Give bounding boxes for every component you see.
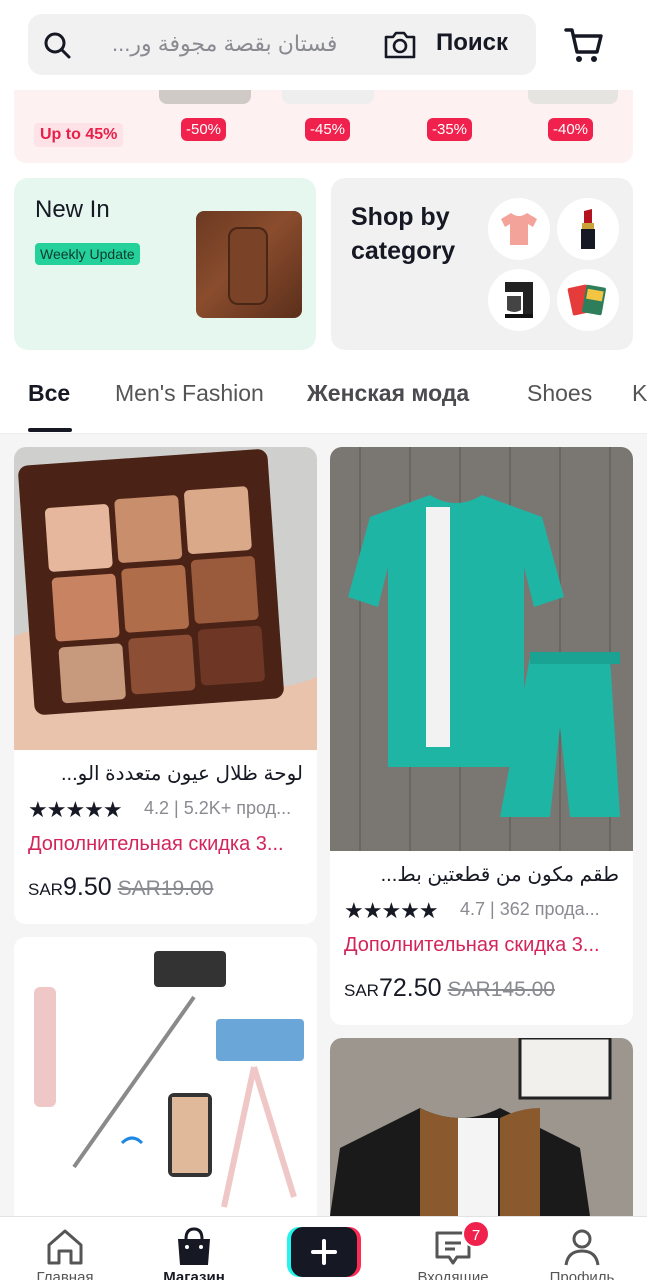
price-value: 9.50 xyxy=(62,873,112,901)
old-price: SAR19.00 xyxy=(117,877,214,900)
nav-profile-label: Профиль xyxy=(549,1269,615,1280)
promo-text: Дополнительная скидка 3... xyxy=(344,934,600,956)
coffee-maker-icon xyxy=(505,282,533,318)
tab-mens-fashion[interactable]: Men's Fashion xyxy=(115,380,264,407)
product-image-teal-set xyxy=(330,447,633,851)
product-image-selfie-stick xyxy=(14,937,317,1216)
sold-count: 362 прода... xyxy=(499,899,600,919)
product-name: لوحة ظلال عيون متعددة الو... xyxy=(60,763,303,785)
shopping-bag-icon xyxy=(178,1227,210,1265)
category-circle[interactable] xyxy=(488,198,550,260)
tab-more[interactable]: K xyxy=(632,380,647,407)
nav-inbox-label: Входящие xyxy=(417,1269,489,1280)
cards-icon xyxy=(567,284,606,316)
tab-womens-fashion[interactable]: Женская мода xyxy=(307,380,469,407)
sold-count: 5.2K+ прод... xyxy=(183,798,292,818)
rating-value: 4.7 | 362 прода... xyxy=(460,899,600,919)
currency: SAR xyxy=(344,981,379,1000)
product-name: طقم مكون من قطعتين بط... xyxy=(380,864,619,886)
old-price: SAR145.00 xyxy=(447,978,555,1001)
currency: SAR xyxy=(28,880,63,899)
new-in-image xyxy=(196,211,302,318)
rating-stars: ★★★★★ xyxy=(344,898,439,923)
shop-by-category-card[interactable]: Shop by category xyxy=(331,178,633,350)
active-tab-indicator xyxy=(28,428,72,432)
create-button[interactable] xyxy=(287,1227,361,1277)
discount-badge: -45% xyxy=(305,118,351,141)
search-icon xyxy=(44,32,71,59)
product-card[interactable]: طقم مكون من قطعتين بط... ★★★★★ 4.7 | 362… xyxy=(330,447,633,1025)
weekly-update-badge: Weekly Update xyxy=(35,243,140,265)
nav-shop-label: Магазин xyxy=(163,1269,225,1280)
category-tabs: Все Men's Fashion Женская мода Shoes K xyxy=(0,362,647,434)
product-card[interactable] xyxy=(14,937,317,1216)
new-in-title: New In xyxy=(35,196,110,223)
tab-all[interactable]: Все xyxy=(28,380,70,407)
product-image-eyeshadow xyxy=(14,447,317,750)
nav-home-label: Главная xyxy=(36,1269,94,1280)
discount-badge: -35% xyxy=(427,118,473,141)
search-input[interactable]: فستان بقصة مجوفة ور... xyxy=(112,31,378,57)
top-bar: فستان بقصة مجوفة ور... Поиск xyxy=(0,0,647,90)
tab-shoes[interactable]: Shoes xyxy=(527,380,592,407)
price-value: 72.50 xyxy=(378,974,442,1002)
price: SAR72.50 SAR145.00 xyxy=(344,974,555,1003)
search-bar[interactable]: فستان بقصة مجوفة ور... Поиск xyxy=(28,14,536,75)
category-circle[interactable] xyxy=(557,198,619,260)
lipstick-icon xyxy=(581,209,595,249)
shop-by-category-title: Shop by category xyxy=(351,203,456,265)
inbox-notification-badge: 7 xyxy=(462,1220,490,1248)
product-thumb xyxy=(159,90,251,104)
product-image-shirt xyxy=(330,1038,633,1216)
promo-text: Дополнительная скидка 3... xyxy=(28,833,284,855)
product-thumb xyxy=(528,90,618,104)
discount-badge: -50% xyxy=(181,118,227,141)
category-circle[interactable] xyxy=(557,269,619,331)
product-card[interactable]: لوحة ظلال عيون متعددة الو... ★★★★★ 4.2 |… xyxy=(14,447,317,924)
search-button[interactable]: Поиск xyxy=(436,29,508,57)
tshirt-icon xyxy=(501,213,537,245)
price: SAR9.50 SAR19.00 xyxy=(28,873,213,902)
product-card[interactable] xyxy=(330,1038,633,1216)
cart-icon[interactable] xyxy=(563,24,605,66)
category-circle[interactable] xyxy=(488,269,550,331)
new-in-card[interactable]: New In Weekly Update xyxy=(14,178,316,350)
product-thumb xyxy=(406,90,446,104)
camera-icon[interactable] xyxy=(382,29,418,61)
rating-stars: ★★★★★ xyxy=(28,797,123,822)
home-icon xyxy=(47,1229,83,1265)
profile-icon xyxy=(564,1229,600,1266)
discount-badge: -40% xyxy=(548,118,594,141)
rating-value: 4.2 | 5.2K+ прод... xyxy=(144,798,292,818)
product-thumb xyxy=(282,90,374,104)
upto-discount-label: Up to 45% xyxy=(34,123,124,147)
